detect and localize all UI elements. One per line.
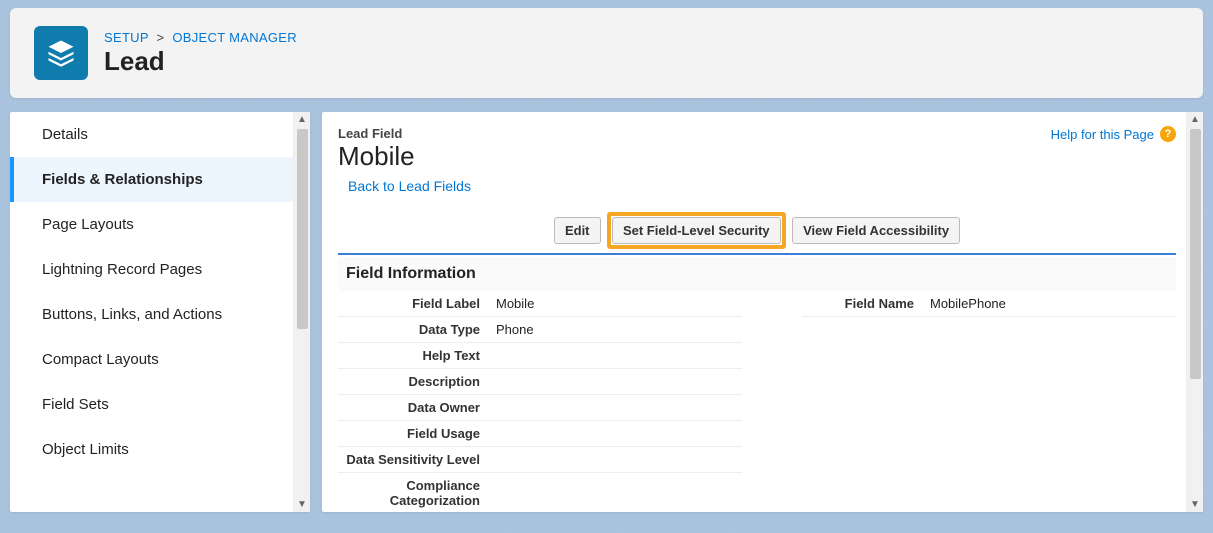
back-link[interactable]: Back to Lead Fields — [348, 178, 471, 194]
object-icon — [34, 26, 88, 80]
sidebar-item-fields-relationships[interactable]: Fields & Relationships — [10, 157, 293, 202]
scroll-up-icon[interactable]: ▲ — [1190, 112, 1200, 127]
edit-button[interactable]: Edit — [554, 217, 601, 244]
page-title: Lead — [104, 47, 297, 76]
breadcrumb-object-manager[interactable]: OBJECT MANAGER — [172, 30, 297, 45]
sidebar-item-lightning-record-pages[interactable]: Lightning Record Pages — [10, 247, 293, 292]
data-type-value: Phone — [488, 317, 742, 343]
field-details-table: Field Label Mobile Field Name MobilePhon… — [338, 291, 1176, 512]
field-title: Mobile — [338, 141, 415, 172]
field-name-value: MobilePhone — [922, 291, 1176, 317]
scroll-down-icon[interactable]: ▼ — [297, 497, 307, 512]
section-header-field-information: Field Information — [338, 257, 1176, 291]
sidebar-item-details[interactable]: Details — [10, 112, 293, 157]
sidebar-item-buttons-links-actions[interactable]: Buttons, Links, and Actions — [10, 292, 293, 337]
compliance-categorization-label: Compliance Categorization — [338, 473, 488, 513]
help-link[interactable]: Help for this Page ? — [1051, 126, 1176, 142]
view-field-accessibility-button[interactable]: View Field Accessibility — [792, 217, 960, 244]
help-icon: ? — [1160, 126, 1176, 142]
sidebar-item-field-sets[interactable]: Field Sets — [10, 382, 293, 427]
field-eyebrow: Lead Field — [338, 126, 415, 141]
sidebar-item-compact-layouts[interactable]: Compact Layouts — [10, 337, 293, 382]
breadcrumb: SETUP > OBJECT MANAGER — [104, 30, 297, 45]
action-button-row: Edit Set Field-Level Security View Field… — [338, 212, 1176, 249]
scrollbar-thumb[interactable] — [297, 129, 308, 329]
help-text-value — [488, 343, 742, 369]
scroll-up-icon[interactable]: ▲ — [297, 112, 307, 127]
field-name-label: Field Name — [802, 291, 922, 317]
sidebar-item-page-layouts[interactable]: Page Layouts — [10, 202, 293, 247]
field-usage-value — [488, 421, 742, 447]
sidebar-scrollbar[interactable]: ▲ ▼ — [293, 112, 310, 512]
data-owner-label: Data Owner — [338, 395, 488, 421]
data-sensitivity-value — [488, 447, 742, 473]
highlighted-button-frame: Set Field-Level Security — [607, 212, 786, 249]
sidebar: Details Fields & Relationships Page Layo… — [10, 112, 310, 512]
main-panel: Lead Field Mobile Help for this Page ? B… — [322, 112, 1203, 512]
data-owner-value — [488, 395, 742, 421]
field-usage-label: Field Usage — [338, 421, 488, 447]
data-sensitivity-label: Data Sensitivity Level — [338, 447, 488, 473]
compliance-categorization-value — [488, 473, 742, 513]
help-link-text: Help for this Page — [1051, 127, 1154, 142]
main-scrollbar[interactable]: ▲ ▼ — [1186, 112, 1203, 512]
scroll-down-icon[interactable]: ▼ — [1190, 497, 1200, 512]
field-label-value: Mobile — [488, 291, 742, 317]
scrollbar-thumb[interactable] — [1190, 129, 1201, 379]
data-type-label: Data Type — [338, 317, 488, 343]
description-value — [488, 369, 742, 395]
page-header: SETUP > OBJECT MANAGER Lead — [10, 8, 1203, 98]
description-label: Description — [338, 369, 488, 395]
help-text-label: Help Text — [338, 343, 488, 369]
field-label-label: Field Label — [338, 291, 488, 317]
breadcrumb-setup[interactable]: SETUP — [104, 30, 149, 45]
breadcrumb-separator: > — [157, 30, 165, 45]
sidebar-item-object-limits[interactable]: Object Limits — [10, 427, 293, 472]
set-field-level-security-button[interactable]: Set Field-Level Security — [612, 217, 781, 244]
